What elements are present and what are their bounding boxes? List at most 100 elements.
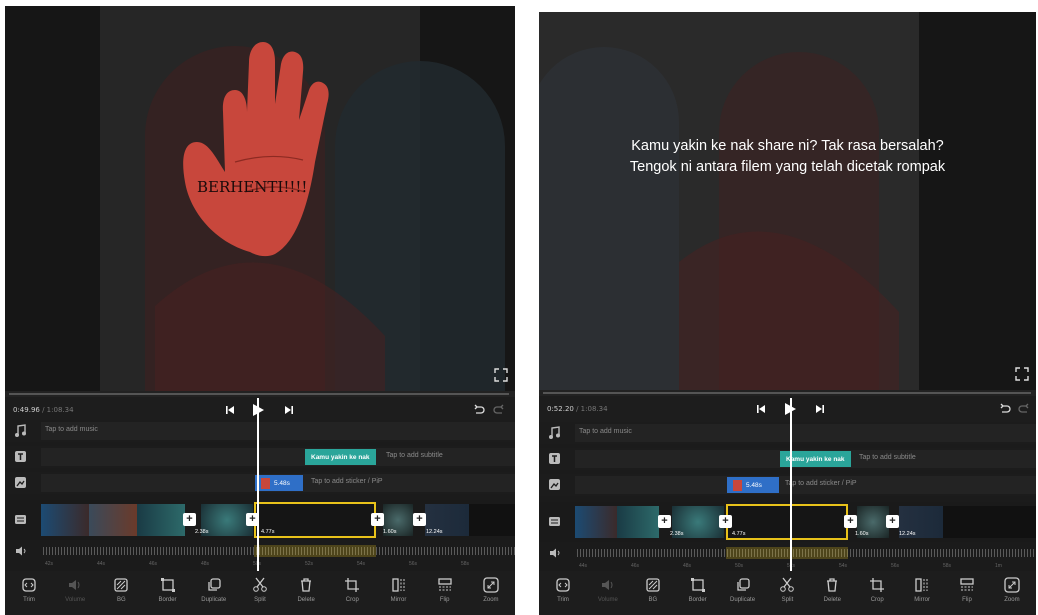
playhead[interactable] <box>790 398 792 578</box>
crop-label: Crop <box>870 597 884 603</box>
delete-tool[interactable]: Delete <box>286 571 326 615</box>
trim-icon <box>22 578 36 592</box>
redo-button[interactable] <box>1016 401 1032 417</box>
volume-tool[interactable]: Volume <box>588 571 628 615</box>
video-clip-thumb[interactable] <box>575 506 617 538</box>
music-track[interactable]: Tap to add music <box>5 420 515 442</box>
add-transition-button[interactable]: + <box>371 513 384 526</box>
fullscreen-icon[interactable] <box>493 367 509 383</box>
flip-label: Flip <box>439 597 450 603</box>
sticker-track[interactable]: 5.48s Tap to add sticker / PiP <box>539 474 1036 496</box>
ruler-tick: 50s <box>735 563 744 569</box>
duplicate-icon <box>208 578 221 591</box>
clip-duration: 1.60s <box>855 531 869 537</box>
volume-label: Volume <box>65 597 86 603</box>
sticker-hint: Tap to add sticker / PiP <box>311 478 383 485</box>
flip-tool[interactable]: Flip <box>947 571 987 615</box>
zoom-tool[interactable]: Zoom <box>471 571 511 615</box>
border-tool[interactable]: Border <box>148 571 188 615</box>
mirror-tool[interactable]: Mirror <box>379 571 419 615</box>
subtitle-track[interactable]: Kamu yakin ke nak Tap to add subtitle <box>539 448 1036 470</box>
skip-back-button[interactable] <box>753 401 769 417</box>
flip-tool[interactable]: Flip <box>425 571 465 615</box>
ruler-tick: 44s <box>97 561 106 567</box>
volume-icon <box>69 580 80 590</box>
playhead[interactable] <box>257 398 259 578</box>
add-transition-button[interactable]: + <box>183 513 196 526</box>
skip-forward-button[interactable] <box>281 402 297 418</box>
video-clip-thumb[interactable] <box>943 506 1036 538</box>
video-clip-thumb[interactable] <box>89 504 137 536</box>
split-tool[interactable]: Split <box>767 571 807 615</box>
video-clip-thumb[interactable] <box>469 504 515 536</box>
fullscreen-icon[interactable] <box>1014 366 1030 382</box>
original-audio-track[interactable] <box>5 544 515 558</box>
trim-tool[interactable]: Trim <box>9 571 49 615</box>
undo-button[interactable] <box>997 401 1013 417</box>
editor-screen-left: BERHENTI!!!! 0:49.96 / 1:08.34 Tap to ad… <box>5 6 515 615</box>
duplicate-label: Duplicate <box>201 597 227 603</box>
add-text-icon <box>549 453 560 464</box>
video-track[interactable]: + + + + 2.38s 4.77s 1.60s 12.24s <box>5 500 515 540</box>
time-ruler: 42s 44s 46s 48s 50s 52s 54s 56s 58s <box>5 559 515 569</box>
music-lane <box>41 422 515 440</box>
ruler-tick: 46s <box>149 561 158 567</box>
video-track[interactable]: + + + + 2.38s 4.77s 1.60s 12.24s <box>539 502 1036 542</box>
subtitle-track[interactable]: Kamu yakin ke nak Tap to add subtitle <box>5 446 515 468</box>
video-clip-thumb[interactable] <box>41 504 89 536</box>
crop-icon <box>870 578 885 592</box>
split-tool[interactable]: Split <box>240 571 280 615</box>
sticker-clip[interactable]: 5.48s <box>727 477 779 493</box>
ruler-tick: 58s <box>461 561 470 567</box>
video-clip-thumb[interactable] <box>137 504 185 536</box>
add-transition-button[interactable]: + <box>413 513 426 526</box>
split-label: Split <box>254 597 266 603</box>
video-preview[interactable]: BERHENTI!!!! <box>5 6 515 391</box>
sticker-track[interactable]: 5.48s Tap to add sticker / PiP <box>5 472 515 494</box>
bg-tool[interactable]: BG <box>633 571 673 615</box>
skip-back-icon <box>226 406 234 414</box>
border-tool[interactable]: Border <box>678 571 718 615</box>
volume-tool[interactable]: Volume <box>55 571 95 615</box>
crop-tool[interactable]: Crop <box>857 571 897 615</box>
music-track[interactable]: Tap to add music <box>539 422 1036 444</box>
delete-tool[interactable]: Delete <box>812 571 852 615</box>
time-ruler: 44s 46s 48s 50s 52s 54s 56s 58s 1m <box>539 561 1036 571</box>
video-preview[interactable]: Kamu yakin ke nak share ni? Tak rasa ber… <box>539 12 1036 390</box>
add-transition-button[interactable]: + <box>844 515 857 528</box>
add-transition-button[interactable]: + <box>719 515 732 528</box>
background-icon <box>114 578 129 592</box>
zoom-tool[interactable]: Zoom <box>992 571 1032 615</box>
bg-tool[interactable]: BG <box>101 571 141 615</box>
duplicate-tool[interactable]: Duplicate <box>723 571 763 615</box>
skip-forward-button[interactable] <box>812 401 828 417</box>
time-total: / 1:08.34 <box>576 405 608 413</box>
flip-icon <box>438 578 452 591</box>
mirror-tool[interactable]: Mirror <box>902 571 942 615</box>
subtitle-hint: Tap to add subtitle <box>859 454 916 461</box>
subtitle-clip[interactable]: Kamu yakin ke nak <box>305 449 376 465</box>
undo-button[interactable] <box>471 402 487 418</box>
sticker-clip[interactable]: 5.48s <box>255 475 303 491</box>
scrub-track <box>9 393 509 395</box>
delete-label: Delete <box>297 597 315 603</box>
add-transition-button[interactable]: + <box>658 515 671 528</box>
redo-button[interactable] <box>491 402 507 418</box>
add-transition-button[interactable]: + <box>886 515 899 528</box>
trim-tool[interactable]: Trim <box>543 571 583 615</box>
ruler-tick: 44s <box>579 563 588 569</box>
trim-icon <box>556 578 570 592</box>
scissors-icon <box>780 577 795 592</box>
selected-audio-region <box>726 547 848 559</box>
ruler-tick: 56s <box>409 561 418 567</box>
hand-text: BERHENTI!!!! <box>197 178 307 196</box>
video-clip-thumb[interactable] <box>617 506 659 538</box>
crop-tool[interactable]: Crop <box>332 571 372 615</box>
duplicate-tool[interactable]: Duplicate <box>194 571 234 615</box>
selected-audio-region <box>254 545 376 557</box>
music-hint: Tap to add music <box>579 428 632 435</box>
volume-icon <box>601 580 613 590</box>
zoom-icon <box>1004 577 1020 593</box>
skip-back-button[interactable] <box>222 402 238 418</box>
original-audio-track[interactable] <box>539 546 1036 560</box>
